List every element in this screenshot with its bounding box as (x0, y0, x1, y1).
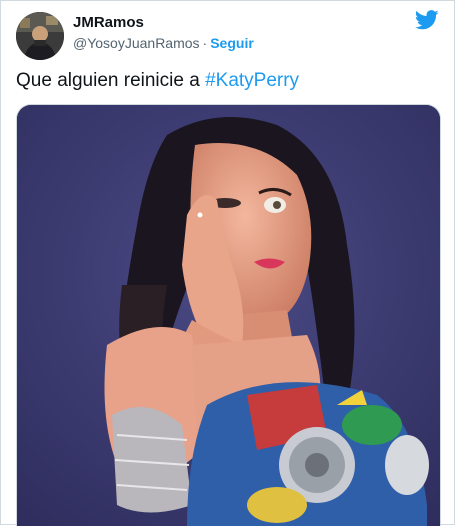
author-handle[interactable]: @YosoyJuanRamos (73, 35, 200, 51)
tweet-media-image[interactable] (16, 104, 441, 526)
tweet-body: Que alguien reinicie a (16, 70, 206, 91)
tweet-card: JMRamos @YosoyJuanRamos · Seguir Que algui… (0, 0, 455, 526)
twitter-bird-icon[interactable] (415, 10, 439, 30)
author-meta: @YosoyJuanRamos · Seguir (73, 34, 254, 52)
follow-button[interactable]: Seguir (210, 35, 254, 51)
meta-separator: · (202, 35, 208, 51)
avatar[interactable] (16, 12, 64, 60)
hashtag-link[interactable]: #KatyPerry (205, 70, 299, 91)
author-name[interactable]: JMRamos (73, 14, 144, 32)
tweet-text: Que alguien reinicie a #KatyPerry (16, 69, 299, 93)
